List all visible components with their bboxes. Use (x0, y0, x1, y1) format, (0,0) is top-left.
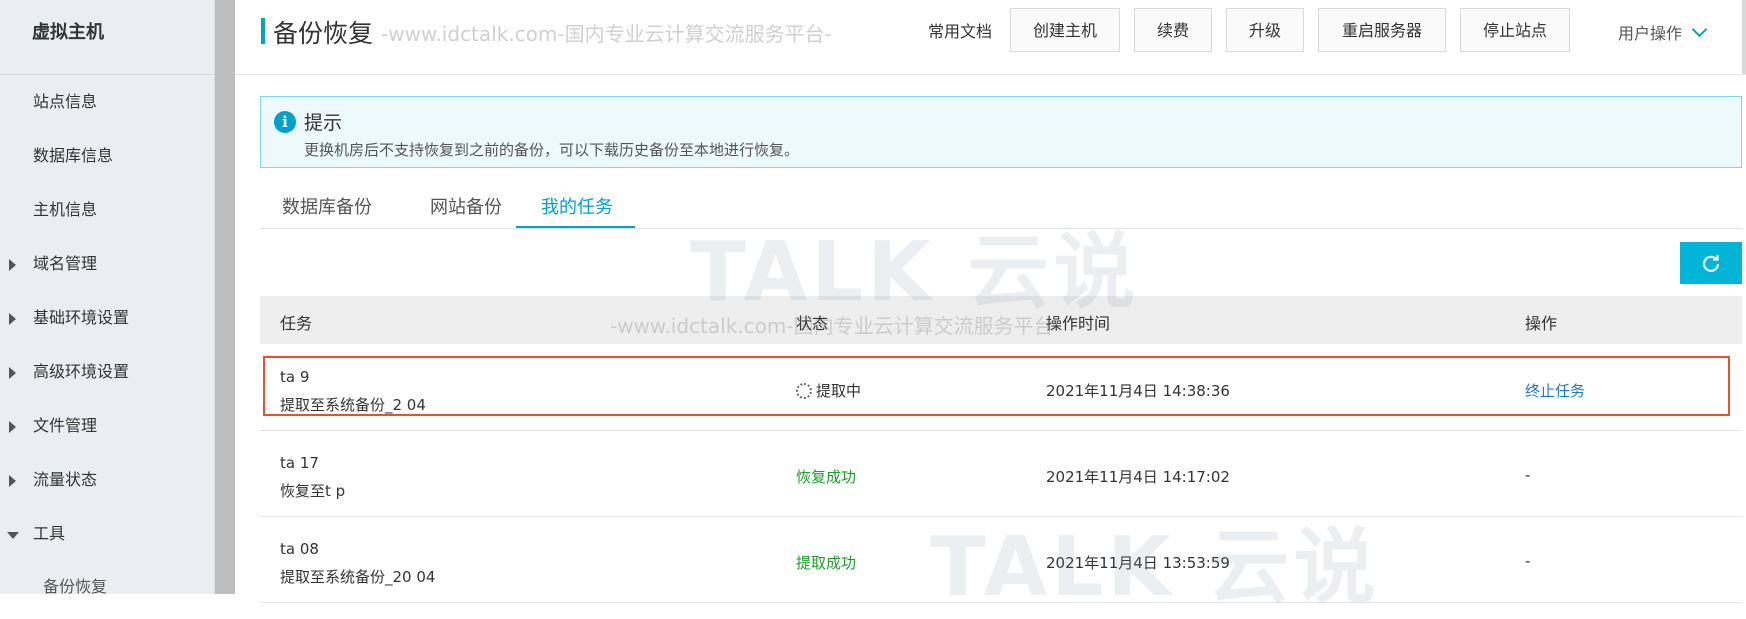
sidebar-item-advanced-env[interactable]: 高级环境设置 (0, 352, 215, 392)
caret-down-icon (7, 532, 19, 539)
header-time: 操作时间 (1046, 314, 1111, 333)
sidebar-item-label: 主机信息 (33, 200, 98, 219)
sidebar-item-tools[interactable]: 工具 (0, 514, 215, 554)
table-row: ta 9 提取至系统备份_2 04 提取中 2021年11月4日 14:38:3… (260, 344, 1742, 431)
table-row: ta 08 提取至系统备份_20 04 提取成功 2021年11月4日 13:5… (260, 516, 1742, 603)
header: 备份恢复 -www.idctalk.com-国内专业云计算交流服务平台- 常用文… (235, 0, 1746, 75)
sidebar-item-label: 高级环境设置 (33, 362, 130, 381)
header-status: 状态 (796, 314, 829, 333)
header-action: 操作 (1525, 314, 1558, 333)
chevron-down-icon (1691, 21, 1708, 38)
caret-right-icon (9, 259, 16, 271)
refresh-icon (1702, 255, 1720, 272)
status-text: 提取成功 (796, 554, 857, 572)
sidebar: 虚拟主机 站点信息 数据库信息 主机信息 域名管理 基础环境设置 高级环境设置 … (0, 0, 215, 596)
operation-time: 2021年11月4日 14:38:36 (1046, 382, 1230, 400)
sidebar-item-traffic-status[interactable]: 流量状态 (0, 460, 215, 500)
sidebar-item-label: 站点信息 (33, 92, 98, 111)
right-scroll-edge (1742, 0, 1746, 74)
sidebar-item-backup-restore[interactable]: 备份恢复 (0, 567, 215, 607)
info-icon: i (274, 111, 296, 133)
notice-body: 更换机房后不支持恢复到之前的备份，可以下载历史备份至本地进行恢复。 (304, 141, 800, 159)
sidebar-item-label: 工具 (33, 524, 66, 543)
caret-right-icon (9, 367, 16, 379)
restart-server-button[interactable]: 重启服务器 (1318, 8, 1446, 52)
tab-my-tasks[interactable]: 我的任务 (541, 193, 613, 219)
table-header: 任务 状态 操作时间 操作 (260, 296, 1742, 344)
user-menu[interactable]: 用户操作 (1618, 20, 1708, 44)
status-text: 恢复成功 (796, 468, 857, 486)
sidebar-item-label: 流量状态 (33, 470, 98, 489)
sidebar-item-label: 域名管理 (33, 254, 98, 273)
task-desc: 提取至系统备份_20 04 (280, 568, 436, 586)
refresh-button[interactable] (1680, 242, 1742, 284)
sidebar-item-label: 备份恢复 (43, 577, 108, 596)
action-placeholder: - (1525, 552, 1531, 570)
sidebar-title: 虚拟主机 (32, 22, 104, 43)
sidebar-item-label: 基础环境设置 (33, 308, 130, 327)
caret-right-icon (9, 475, 16, 487)
sidebar-item-file-management[interactable]: 文件管理 (0, 406, 215, 446)
task-id: ta 9 (280, 368, 310, 386)
create-host-button[interactable]: 创建主机 (1010, 8, 1120, 52)
terminate-task-link[interactable]: 终止任务 (1525, 380, 1585, 401)
header-task: 任务 (280, 314, 313, 333)
active-tab-indicator (516, 226, 635, 228)
sidebar-item-site-info[interactable]: 站点信息 (0, 82, 215, 122)
stop-site-button[interactable]: 停止站点 (1460, 8, 1570, 52)
task-desc: 恢复至t p (280, 482, 346, 500)
sidebar-scrollbar[interactable] (215, 0, 235, 594)
sidebar-item-label: 数据库信息 (33, 146, 114, 165)
main-content: 备份恢复 -www.idctalk.com-国内专业云计算交流服务平台- 常用文… (235, 0, 1746, 603)
upgrade-button[interactable]: 升级 (1226, 8, 1304, 52)
tab-database-backup[interactable]: 数据库备份 (282, 193, 372, 219)
renew-button[interactable]: 续费 (1134, 8, 1212, 52)
caret-right-icon (9, 313, 16, 325)
action-placeholder: - (1525, 466, 1531, 484)
sidebar-item-basic-env[interactable]: 基础环境设置 (0, 298, 215, 338)
page-title: 备份恢复 (273, 19, 374, 48)
notice-title: 提示 (304, 112, 343, 134)
sidebar-item-label: 文件管理 (33, 416, 98, 435)
sidebar-item-database-info[interactable]: 数据库信息 (0, 136, 215, 176)
task-id: ta 17 (280, 454, 319, 472)
tab-website-backup[interactable]: 网站备份 (430, 193, 502, 219)
loading-spinner-icon (796, 383, 812, 399)
operation-time: 2021年11月4日 13:53:59 (1046, 554, 1230, 572)
sidebar-divider (0, 74, 215, 75)
operation-time: 2021年11月4日 14:17:02 (1046, 468, 1230, 486)
notice-box: i 提示 更换机房后不支持恢复到之前的备份，可以下载历史备份至本地进行恢复。 (260, 96, 1742, 168)
task-id: ta 08 (280, 540, 319, 558)
table-row: ta 17 恢复至t p 恢复成功 2021年11月4日 14:17:02 - (260, 430, 1742, 517)
header-watermark: -www.idctalk.com-国内专业云计算交流服务平台- (381, 22, 832, 46)
task-desc: 提取至系统备份_2 04 (280, 396, 426, 414)
docs-link[interactable]: 常用文档 (928, 18, 992, 42)
status-text: 提取中 (816, 382, 862, 400)
title-accent-bar (261, 18, 265, 44)
sidebar-item-host-info[interactable]: 主机信息 (0, 190, 215, 230)
tab-bar: 数据库备份 网站备份 我的任务 (260, 185, 1742, 229)
status-badge: 提取中 (796, 380, 861, 401)
caret-right-icon (9, 421, 16, 433)
user-menu-label: 用户操作 (1618, 24, 1683, 43)
sidebar-item-domain-management[interactable]: 域名管理 (0, 244, 215, 284)
